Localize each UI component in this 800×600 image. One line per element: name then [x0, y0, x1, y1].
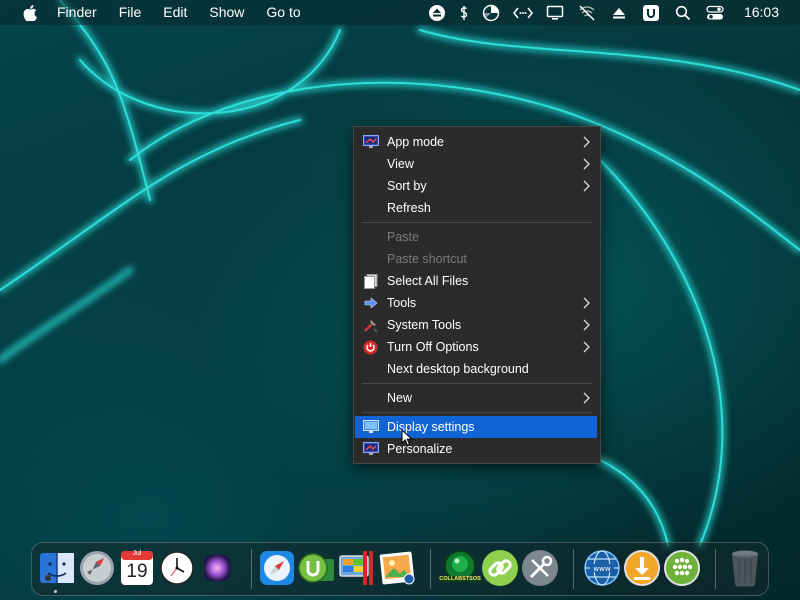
- ctx-sort-by[interactable]: Sort by: [354, 175, 600, 197]
- code-arrows-icon[interactable]: [512, 4, 534, 22]
- ctx-next-desktop-background[interactable]: Next desktop background: [354, 358, 600, 380]
- utilities-icon[interactable]: [521, 549, 559, 587]
- ctx-label: System Tools: [387, 318, 462, 332]
- clock-icon[interactable]: [158, 549, 196, 587]
- ctx-turn-off-options[interactable]: Turn Off Options: [354, 336, 600, 358]
- menu-app-name[interactable]: Finder: [57, 0, 97, 25]
- menu-file[interactable]: File: [119, 0, 142, 25]
- menu-show[interactable]: Show: [209, 0, 244, 25]
- ctx-label: Tools: [387, 296, 417, 310]
- eject-icon[interactable]: [426, 4, 448, 22]
- ctx-label: Personalize: [387, 442, 453, 456]
- ctx-system-tools[interactable]: System Tools: [354, 314, 600, 336]
- mute-network-icon[interactable]: [576, 4, 598, 22]
- downloads-icon[interactable]: [623, 549, 661, 587]
- menu-separator: [362, 222, 592, 223]
- ctx-refresh[interactable]: Refresh: [354, 197, 600, 219]
- menu-go-to[interactable]: Go to: [266, 0, 300, 25]
- chevron-right-icon: [581, 131, 591, 153]
- display-icon[interactable]: [544, 4, 566, 22]
- ctx-label: Refresh: [387, 201, 431, 215]
- mouse-pointer-icon: [401, 428, 413, 447]
- upload-icon[interactable]: [608, 4, 630, 22]
- menu-separator: [362, 383, 592, 384]
- photo-viewer-icon[interactable]: [378, 549, 416, 587]
- chevron-right-icon: [581, 387, 591, 409]
- u-badge-icon[interactable]: [640, 4, 662, 22]
- svg-text:www: www: [593, 565, 610, 573]
- personalize-icon: [362, 441, 379, 457]
- ctx-app-mode[interactable]: App mode: [354, 131, 600, 153]
- ctx-label: New: [387, 391, 413, 405]
- control-center-icon[interactable]: [704, 4, 726, 22]
- calendar-month: Jul: [132, 550, 142, 557]
- chevron-right-icon: [581, 175, 591, 197]
- ctx-label: Next desktop background: [387, 362, 529, 376]
- parallels-icon[interactable]: [338, 549, 376, 587]
- dollar-icon[interactable]: [458, 4, 470, 22]
- app-mode-icon: [362, 134, 379, 150]
- calendar-day: 19: [126, 561, 148, 582]
- ctx-paste-shortcut[interactable]: Paste shortcut: [354, 248, 600, 270]
- menubar-clock[interactable]: 16:03: [744, 0, 779, 25]
- link-icon[interactable]: [481, 549, 519, 587]
- ctx-label: Select All Files: [387, 274, 469, 288]
- ctx-label: Sort by: [387, 179, 427, 193]
- trash-icon[interactable]: [726, 549, 764, 587]
- chevron-right-icon: [581, 153, 591, 175]
- launchpad-icon[interactable]: [78, 549, 116, 587]
- select-files-icon: [362, 273, 379, 289]
- dock-divider: [430, 549, 431, 589]
- network-globe-icon[interactable]: www: [583, 549, 621, 587]
- ctx-display-settings[interactable]: Display settings: [355, 416, 597, 438]
- ctx-label: Paste: [387, 230, 419, 244]
- ctx-label: Turn Off Options: [387, 340, 479, 354]
- ctx-select-all-files[interactable]: Select All Files: [354, 270, 600, 292]
- chevron-right-icon: [581, 292, 591, 314]
- menu-separator: [362, 412, 592, 413]
- tools-arrow-icon: [362, 295, 379, 311]
- running-indicator: [54, 590, 57, 593]
- finder-icon[interactable]: [38, 549, 76, 587]
- dock-divider: [573, 549, 574, 589]
- display-settings-icon: [362, 419, 379, 435]
- chevron-right-icon: [581, 336, 591, 358]
- ctx-label: App mode: [387, 135, 444, 149]
- siri-icon[interactable]: [198, 549, 236, 587]
- apple-logo-icon[interactable]: [22, 4, 38, 22]
- ctx-label: View: [387, 157, 414, 171]
- collabstsos-icon[interactable]: COLLABSTSOS: [439, 549, 481, 587]
- safari-icon[interactable]: [258, 549, 296, 587]
- calendar-icon[interactable]: Jul 19: [118, 549, 156, 587]
- ctx-tools[interactable]: Tools: [354, 292, 600, 314]
- pie-chart-icon[interactable]: [480, 4, 502, 22]
- collab-label: COLLABSTSOS: [439, 576, 481, 582]
- ctx-label: Paste shortcut: [387, 252, 467, 266]
- dock-divider: [251, 549, 252, 589]
- dock-divider: [715, 549, 716, 589]
- app-store-icon[interactable]: [663, 549, 701, 587]
- dock: Jul 19 COLLABSTSOS www: [31, 542, 769, 596]
- chevron-right-icon: [581, 314, 591, 336]
- ctx-personalize[interactable]: Personalize: [354, 438, 600, 460]
- ctx-paste[interactable]: Paste: [354, 226, 600, 248]
- utorrent-icon[interactable]: [298, 549, 336, 587]
- menu-bar: Finder File Edit Show Go to 16:03: [0, 0, 800, 25]
- menu-edit[interactable]: Edit: [163, 0, 187, 25]
- desktop-context-menu: App mode View Sort by Refresh Paste Past…: [353, 126, 601, 464]
- ctx-new[interactable]: New: [354, 387, 600, 409]
- power-icon: [362, 339, 379, 355]
- search-icon[interactable]: [672, 4, 694, 22]
- system-tools-icon: [362, 317, 379, 333]
- ctx-view[interactable]: View: [354, 153, 600, 175]
